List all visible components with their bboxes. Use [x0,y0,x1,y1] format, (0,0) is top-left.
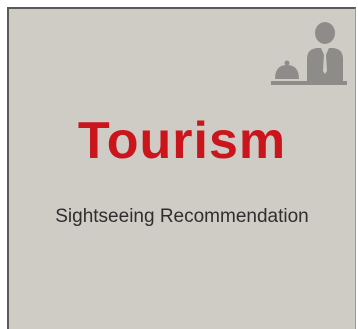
concierge-icon [271,22,347,85]
tile-title: Tourism [77,112,287,170]
tile-subtitle: Sightseeing Recommendation [55,206,309,227]
tourism-tile[interactable]: Tourism Sightseeing Recommendation [7,7,356,329]
